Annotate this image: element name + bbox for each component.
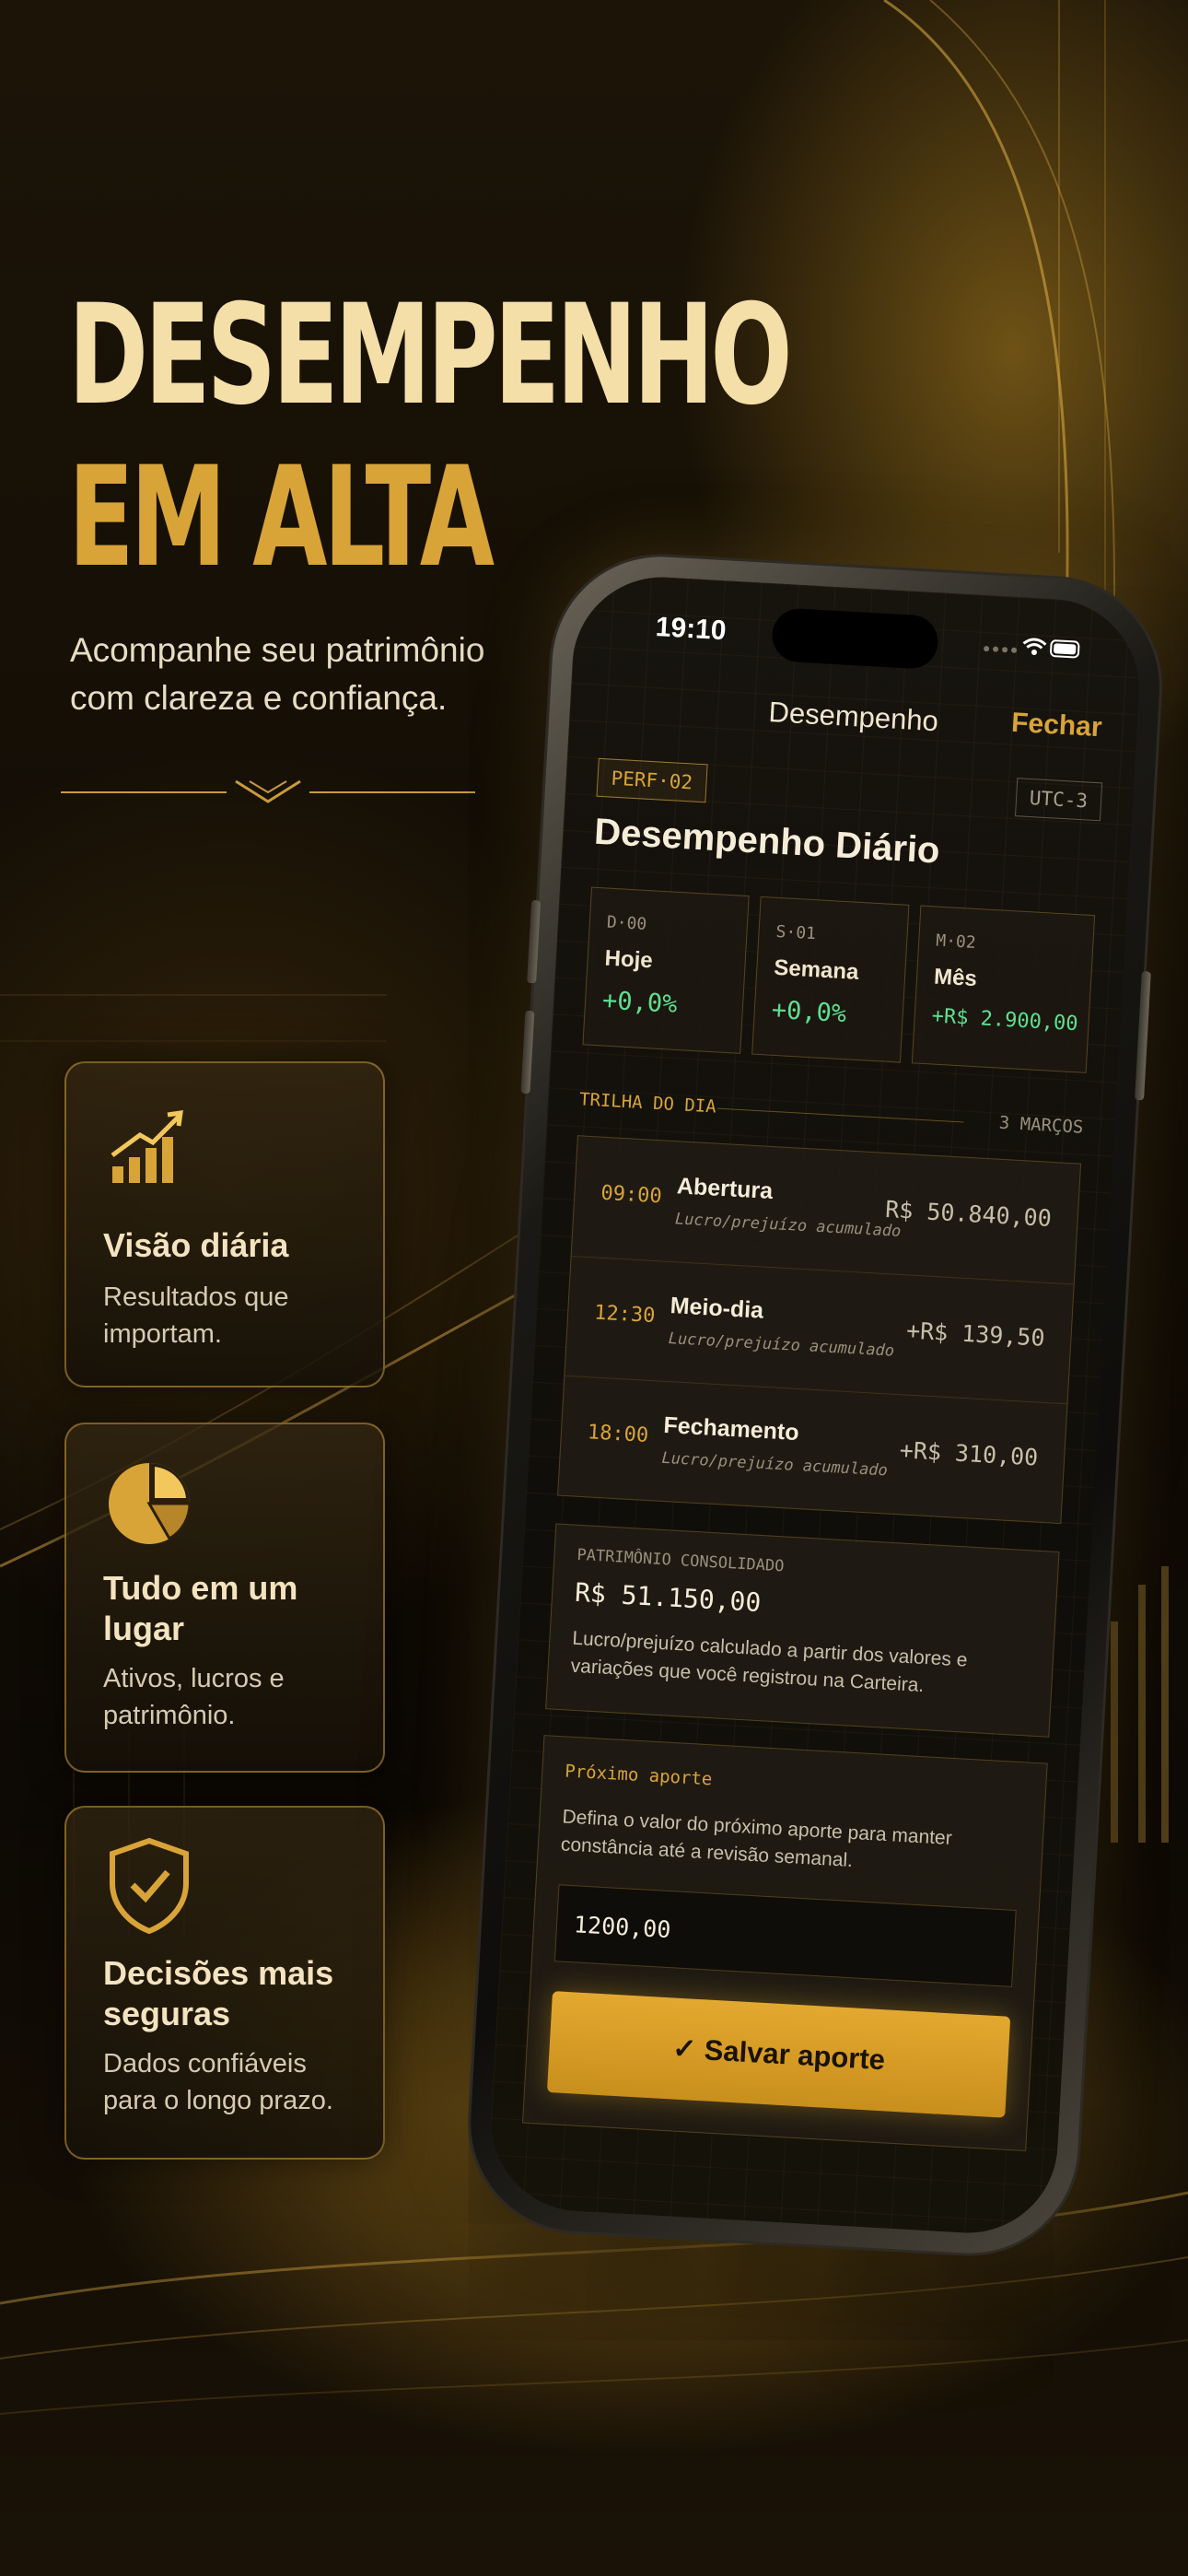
feature-description: Dados confiáveis para o longo prazo. — [103, 2049, 333, 2115]
summary-label: PATRIMÔNIO CONSOLIDADO — [576, 1545, 785, 1576]
summary-note: Lucro/prejuízo calculado a partir dos va… — [570, 1627, 969, 1697]
feature-description: Resultados que importam. — [103, 1282, 289, 1349]
feature-title: Visão diária — [103, 1226, 289, 1264]
timeline-subtitle: Lucro/prejuízo acumulado — [660, 1448, 889, 1481]
stat-value: +R$ 2.900,00 — [931, 1004, 1079, 1036]
stat-value: +0,0% — [601, 986, 679, 1019]
contribution-amount-input[interactable] — [553, 1884, 1017, 1987]
feature-title: Decisões mais seguras — [103, 1954, 334, 2032]
status-time: 19:10 — [654, 612, 728, 647]
timeline-time: 18:00 — [587, 1421, 649, 1447]
trail-label: TRILHA DO DIA — [578, 1089, 717, 1118]
stat-label: Semana — [773, 954, 860, 985]
stat-card-week: S·01 Semana +0,0% — [751, 896, 910, 1063]
stat-value: +0,0% — [770, 995, 847, 1029]
feature-description: Ativos, lucros e patrimônio. — [103, 1664, 285, 1730]
contribution-description: Defina o valor do próximo aporte para ma… — [560, 1806, 953, 1872]
contribution-label: Próximo aporte — [564, 1761, 713, 1790]
trail-date: 3 MARÇOS — [998, 1112, 1084, 1138]
next-contribution-panel: Próximo aporte Defina o valor do próximo… — [521, 1735, 1048, 2152]
stat-label: Hoje — [603, 945, 654, 974]
timeline-name: Fechamento — [662, 1411, 800, 1446]
timeline-name: Meio-dia — [669, 1293, 764, 1324]
timezone-tag: UTC-3 — [1014, 778, 1103, 822]
stat-code: D·00 — [606, 912, 647, 934]
save-contribution-button[interactable]: ✓ Salvar aporte — [546, 1991, 1011, 2118]
timeline-time: 12:30 — [593, 1301, 657, 1329]
pie-chart-icon — [109, 1463, 192, 1544]
feature-card-all-in-one: Tudo em um lugar Ativos, lucros e patrim… — [64, 1423, 385, 1773]
timeline-subtitle: Lucro/prejuízo acumulado — [674, 1210, 902, 1241]
signal-dots-icon — [984, 646, 1018, 653]
panel-title: Desempenho Diário — [593, 811, 941, 872]
growth-chart-icon — [111, 1110, 183, 1183]
timeline-subtitle: Lucro/prejuízo acumulado — [668, 1329, 895, 1361]
close-button[interactable]: Fechar — [1010, 708, 1102, 744]
trail-header: TRILHA DO DIA 3 MARÇOS — [578, 1089, 1084, 1145]
hero-title-line1: DESEMPENHO — [68, 275, 793, 436]
divider — [716, 1107, 964, 1123]
feature-card-daily-view: Visão diária Resultados que importam. — [64, 1061, 385, 1388]
stat-code: S·01 — [775, 921, 817, 944]
day-timeline: 09:00 Abertura Lucro/prejuízo acumulado … — [557, 1135, 1082, 1525]
stat-code: M·02 — [935, 931, 977, 953]
timeline-value: +R$ 139,50 — [905, 1317, 1046, 1352]
feature-title: Tudo em um lugar — [103, 1569, 298, 1647]
battery-icon — [1050, 639, 1080, 659]
shield-check-icon — [110, 1837, 189, 1935]
status-icons — [984, 638, 1080, 659]
dynamic-island — [771, 607, 939, 671]
stat-card-month: M·02 Mês +R$ 2.900,00 — [911, 905, 1096, 1073]
timeline-value: R$ 50.840,00 — [884, 1195, 1053, 1232]
phone-mockup: 19:10 Desempenho Fechar PERF·02 UTC-3 De… — [464, 550, 1166, 2260]
stat-card-today: D·00 Hoje +0,0% — [582, 886, 750, 1054]
timeline-value: +R$ 310,00 — [899, 1436, 1039, 1471]
phone-screen: 19:10 Desempenho Fechar PERF·02 UTC-3 De… — [485, 572, 1145, 2238]
stat-label: Mês — [933, 964, 978, 992]
hero-subtitle: Acompanhe seu patrimônio com clareza e c… — [70, 631, 485, 717]
wifi-icon — [1022, 638, 1047, 656]
timeline-name: Abertura — [676, 1173, 774, 1205]
panel-tag: PERF·02 — [596, 757, 708, 803]
divider-ornament — [61, 779, 475, 803]
consolidated-summary: PATRIMÔNIO CONSOLIDADO R$ 51.150,00 Lucr… — [545, 1523, 1060, 1738]
summary-value: R$ 51.150,00 — [574, 1576, 763, 1619]
timeline-time: 09:00 — [600, 1181, 663, 1209]
hero-title: DESEMPENHO EM ALTA — [68, 275, 793, 599]
feature-card-safer-decisions: Decisões mais seguras Dados confiáveis p… — [64, 1806, 385, 2160]
